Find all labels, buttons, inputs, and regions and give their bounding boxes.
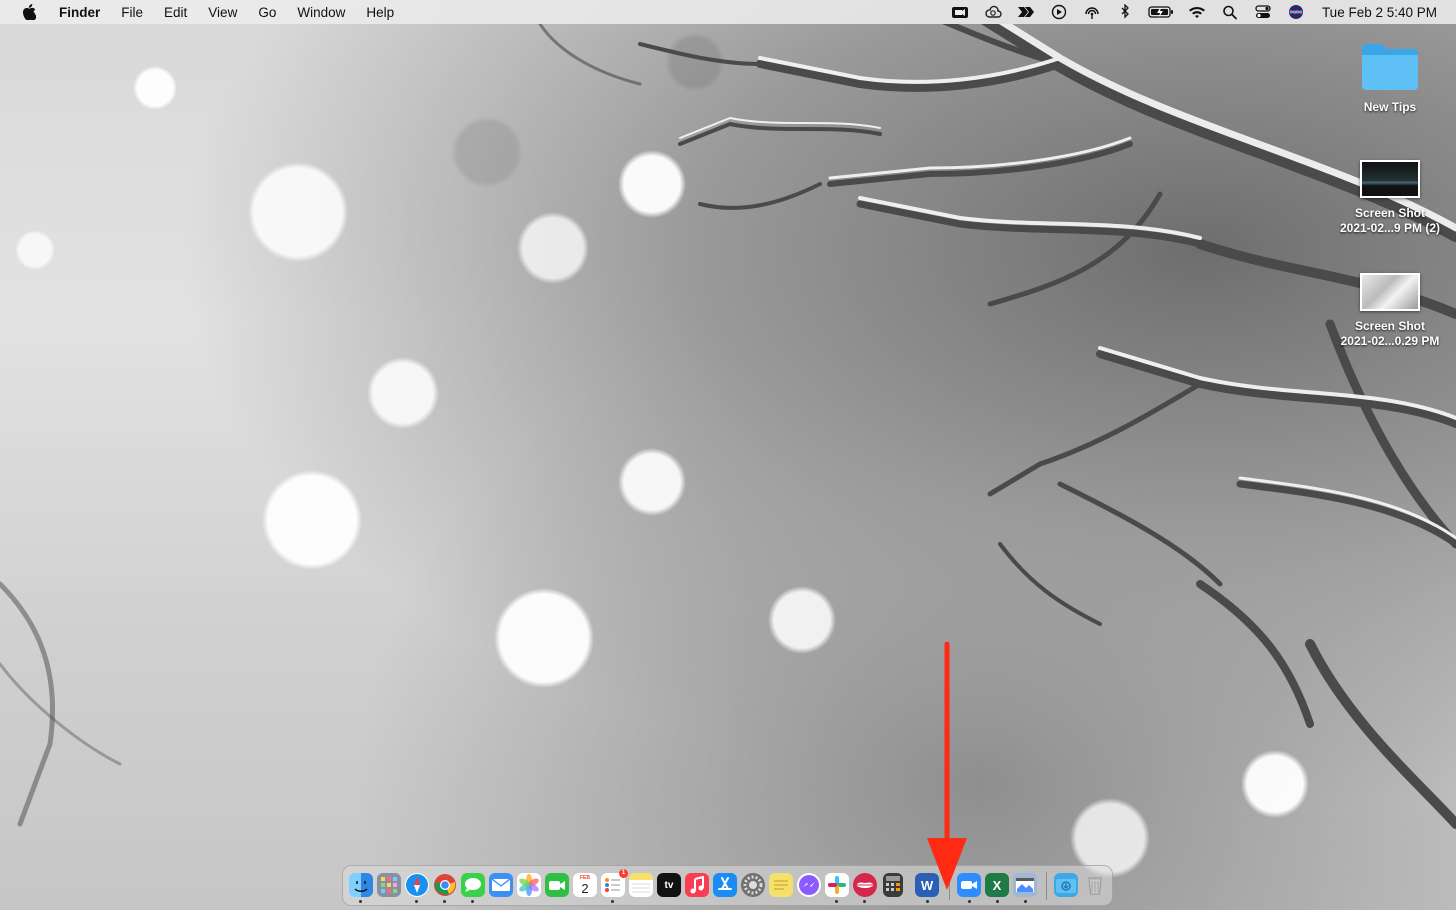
desktop-screenshot-1[interactable]: Screen Shot 2021-02...9 PM (2) bbox=[1330, 160, 1450, 236]
calendar-day: 2 bbox=[581, 881, 589, 896]
control-center-icon[interactable] bbox=[1252, 4, 1274, 20]
dock-finder[interactable] bbox=[349, 873, 373, 897]
menu-bar-clock[interactable]: Tue Feb 2 5:40 PM bbox=[1322, 5, 1437, 20]
play-circle-icon[interactable] bbox=[1048, 4, 1070, 20]
dock-apple-tv[interactable]: tv bbox=[657, 873, 681, 897]
launchpad-icon bbox=[381, 877, 397, 893]
screenshot-thumbnail bbox=[1360, 273, 1420, 311]
lips-icon bbox=[856, 882, 874, 888]
mail-icon bbox=[491, 878, 511, 891]
screenshot-thumbnail bbox=[1360, 160, 1420, 198]
cloud-sync-icon[interactable] bbox=[982, 4, 1004, 20]
desktop-item-label-line2: 2021-02...0.29 PM bbox=[1340, 334, 1440, 348]
desktop-item-label-line1: Screen Shot bbox=[1354, 319, 1426, 333]
messages-icon bbox=[465, 878, 481, 892]
calculator-icon bbox=[886, 876, 900, 891]
annotation-arrow-icon bbox=[927, 642, 967, 890]
dock-calendar[interactable]: FEB 2 bbox=[573, 873, 597, 897]
menu-bar: Finder File Edit View Go Window Help Tue… bbox=[0, 0, 1456, 24]
desktop-item-label-line1: Screen Shot bbox=[1354, 206, 1426, 220]
dock-slack[interactable] bbox=[825, 873, 849, 897]
photos-icon bbox=[519, 874, 539, 896]
dock: FEB 2 1 tv W X bbox=[342, 865, 1113, 906]
dock-chrome[interactable] bbox=[433, 873, 457, 897]
dock-system-preferences[interactable] bbox=[741, 873, 765, 897]
dock-stickies[interactable] bbox=[769, 873, 793, 897]
dock-photos[interactable] bbox=[517, 873, 541, 897]
dock-calculator[interactable] bbox=[883, 873, 903, 897]
facetime-icon bbox=[549, 881, 565, 890]
spotlight-search-icon[interactable] bbox=[1219, 4, 1241, 20]
dock-reminders[interactable]: 1 bbox=[601, 869, 628, 897]
excel-icon: X bbox=[992, 877, 1002, 893]
wifi-icon[interactable] bbox=[1186, 4, 1208, 20]
dock-running-indicator bbox=[1024, 900, 1027, 903]
desktop-item-label-line2: 2021-02...9 PM (2) bbox=[1339, 221, 1441, 235]
dock-messenger[interactable] bbox=[797, 873, 821, 897]
menu-help[interactable]: Help bbox=[366, 5, 394, 20]
dock-running-indicator bbox=[415, 900, 418, 903]
dock-running-indicator bbox=[611, 900, 614, 903]
safari-icon bbox=[406, 874, 428, 896]
apple-tv-icon: tv bbox=[664, 879, 674, 891]
dock-notes[interactable] bbox=[629, 873, 653, 897]
menu-app-name[interactable]: Finder bbox=[59, 5, 100, 20]
airdrop-icon[interactable] bbox=[1081, 4, 1103, 20]
wallpaper-frosted-branches bbox=[0, 24, 1456, 829]
dock-running-indicator bbox=[926, 900, 929, 903]
dock-messages[interactable] bbox=[461, 873, 485, 897]
dock-running-indicator bbox=[996, 900, 999, 903]
dock-launchpad[interactable] bbox=[377, 873, 401, 897]
dock-excel[interactable]: X bbox=[985, 873, 1009, 897]
preview-icon bbox=[1016, 878, 1034, 892]
stickies-icon bbox=[774, 880, 788, 890]
dock-facetime[interactable] bbox=[545, 873, 569, 897]
menu-bar-status-area: Tue Feb 2 5:40 PM bbox=[949, 0, 1456, 24]
dock-mail[interactable] bbox=[489, 873, 513, 897]
app-store-icon bbox=[718, 877, 732, 890]
dock-running-indicator bbox=[471, 900, 474, 903]
dock-downloads-folder[interactable] bbox=[1054, 873, 1078, 897]
dock-running-indicator bbox=[835, 900, 838, 903]
downloads-folder-icon bbox=[1056, 879, 1076, 893]
messenger-icon bbox=[799, 875, 819, 895]
music-icon bbox=[690, 875, 704, 894]
desktop-screenshot-2[interactable]: Screen Shot 2021-02...0.29 PM bbox=[1330, 273, 1450, 349]
fast-forward-icon[interactable] bbox=[1015, 4, 1037, 20]
slack-icon bbox=[828, 876, 846, 894]
dock-trash[interactable] bbox=[1083, 873, 1107, 897]
system-preferences-icon bbox=[743, 875, 763, 895]
dock-separator-stacks bbox=[1046, 872, 1047, 900]
trash-icon bbox=[1088, 877, 1102, 895]
menu-view[interactable]: View bbox=[208, 5, 237, 20]
chrome-icon bbox=[434, 874, 456, 896]
siri-icon[interactable] bbox=[1285, 4, 1307, 20]
menu-window[interactable]: Window bbox=[297, 5, 345, 20]
dock-music[interactable] bbox=[685, 873, 709, 897]
dock-safari[interactable] bbox=[405, 873, 429, 897]
folder-icon bbox=[1362, 44, 1418, 90]
bluetooth-icon[interactable] bbox=[1114, 4, 1136, 20]
dock-running-indicator bbox=[863, 900, 866, 903]
dock-preview[interactable] bbox=[1013, 873, 1037, 897]
desktop-item-label: New Tips bbox=[1363, 100, 1417, 114]
desktop-folder-new-tips[interactable]: New Tips bbox=[1330, 40, 1450, 115]
finder-icon bbox=[354, 881, 368, 892]
menu-edit[interactable]: Edit bbox=[164, 5, 187, 20]
menu-go[interactable]: Go bbox=[258, 5, 276, 20]
dock-running-indicator bbox=[968, 900, 971, 903]
apple-logo-icon[interactable] bbox=[22, 4, 36, 20]
notification-badge: 1 bbox=[619, 869, 628, 878]
dock-lips-app[interactable] bbox=[853, 873, 877, 897]
dock-app-store[interactable] bbox=[713, 873, 737, 897]
dock-running-indicator bbox=[359, 900, 362, 903]
video-record-icon[interactable] bbox=[949, 4, 971, 20]
menu-file[interactable]: File bbox=[121, 5, 143, 20]
dock-running-indicator bbox=[443, 900, 446, 903]
notes-icon bbox=[629, 873, 653, 893]
battery-charging-icon[interactable] bbox=[1147, 4, 1175, 20]
